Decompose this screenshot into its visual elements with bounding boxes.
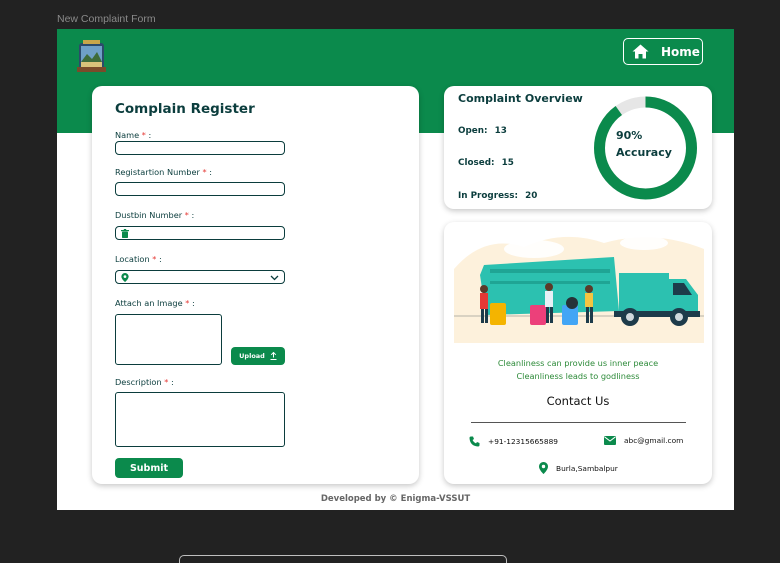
location-pin-icon xyxy=(121,273,129,282)
required-marker: * xyxy=(152,254,157,264)
closed-value: 15 xyxy=(501,158,514,168)
chevron-down-icon xyxy=(270,275,279,281)
phone-icon xyxy=(469,436,480,447)
email-address: abc@gmail.com xyxy=(624,436,684,445)
description-textarea[interactable] xyxy=(115,392,285,447)
trash-icon xyxy=(121,229,129,238)
contact-title: Contact Us xyxy=(546,394,610,408)
accuracy-text: 90% Accuracy xyxy=(616,127,672,161)
window-title: New Complaint Form xyxy=(57,13,156,25)
contact-address: Burla,Sambalpur xyxy=(539,462,618,474)
in-progress-value: 20 xyxy=(525,191,538,201)
footer-credit: Developed by © Enigma-VSSUT xyxy=(320,494,471,504)
required-marker: * xyxy=(184,210,189,220)
in-progress-count: In Progress: 20 xyxy=(458,191,537,201)
name-label: Name * : xyxy=(115,130,151,140)
horizontal-scrollbar[interactable] xyxy=(179,555,507,563)
location-select[interactable] xyxy=(115,270,285,284)
location-label: Location * : xyxy=(115,254,162,264)
submit-button[interactable]: Submit xyxy=(115,458,183,478)
overview-title: Complaint Overview xyxy=(458,92,583,105)
location-pin-icon xyxy=(539,462,548,474)
accuracy-value: 90% xyxy=(616,129,643,142)
in-progress-label: In Progress: xyxy=(458,191,519,201)
registration-label: Registartion Number * : xyxy=(115,167,212,177)
label-colon: : xyxy=(191,210,195,220)
info-card: Cleanliness can provide us inner peace C… xyxy=(444,222,712,484)
registration-number-field[interactable] xyxy=(115,182,285,196)
contact-email[interactable]: abc@gmail.com xyxy=(604,436,683,445)
garbage-truck-illustration xyxy=(454,236,704,343)
name-label-text: Name xyxy=(115,130,140,140)
quote-line-1: Cleanliness can provide us inner peace xyxy=(497,358,659,368)
address-text: Burla,Sambalpur xyxy=(556,463,618,473)
image-preview-box[interactable] xyxy=(115,314,222,365)
required-marker: * xyxy=(141,130,146,140)
complaint-form-card: Complain Register Name * : Registartion … xyxy=(92,86,419,484)
label-colon: : xyxy=(158,254,162,264)
location-label-text: Location xyxy=(115,254,150,264)
dustbin-label: Dustbin Number * : xyxy=(115,210,194,220)
description-label-text: Description xyxy=(115,377,162,387)
required-marker: * xyxy=(164,377,169,387)
image-label-text: Attach an Image xyxy=(115,298,183,308)
open-value: 13 xyxy=(494,126,507,136)
dustbin-label-text: Dustbin Number xyxy=(115,210,183,220)
home-icon xyxy=(632,44,649,59)
registration-label-text: Registartion Number xyxy=(115,167,200,177)
complaint-overview-card: Complaint Overview Open: 13 Closed: 15 I… xyxy=(444,86,712,209)
quote-line-2: Cleanliness leads to godliness xyxy=(516,371,640,381)
contact-divider xyxy=(471,422,686,423)
label-colon: : xyxy=(209,167,212,177)
contact-phone[interactable]: +91-12315665889 xyxy=(469,436,558,447)
required-marker: * xyxy=(185,298,190,308)
open-count: Open: 13 xyxy=(458,126,507,136)
upload-button[interactable]: Upload xyxy=(231,347,285,365)
dustbin-number-field[interactable] xyxy=(115,226,285,240)
label-colon: : xyxy=(170,377,174,387)
image-label: Attach an Image * : xyxy=(115,298,195,308)
closed-count: Closed: 15 xyxy=(458,158,514,168)
app-frame: Home Complain Register Name * : Registar… xyxy=(57,29,734,510)
required-marker: * xyxy=(202,167,207,177)
upload-button-label: Upload xyxy=(239,352,265,360)
label-colon: : xyxy=(148,130,152,140)
phone-number: +91-12315665889 xyxy=(488,437,558,446)
home-button[interactable]: Home xyxy=(623,38,703,65)
home-button-label: Home xyxy=(661,44,700,59)
mail-icon xyxy=(604,436,616,445)
accuracy-label: Accuracy xyxy=(616,146,672,159)
open-label: Open: xyxy=(458,126,488,136)
label-colon: : xyxy=(191,298,195,308)
closed-label: Closed: xyxy=(458,158,495,168)
upload-icon xyxy=(270,352,277,360)
form-title: Complain Register xyxy=(115,101,255,117)
name-field[interactable] xyxy=(115,141,285,155)
description-label: Description * : xyxy=(115,377,174,387)
university-logo xyxy=(77,40,106,72)
